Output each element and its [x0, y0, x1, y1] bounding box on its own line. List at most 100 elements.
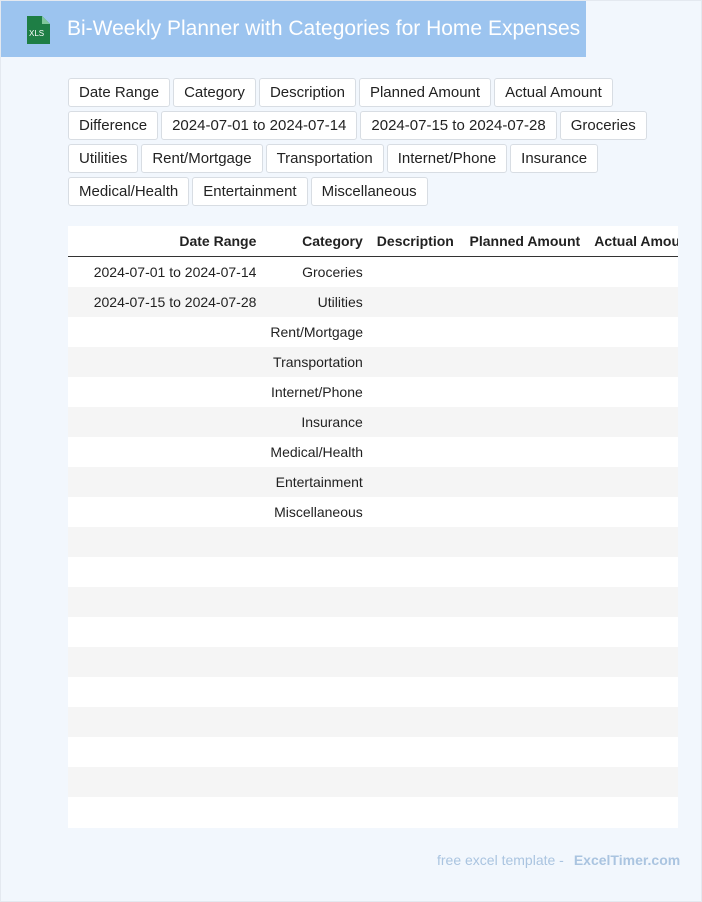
table-cell	[458, 467, 588, 497]
table-cell	[587, 617, 678, 647]
date-range-header: Date Range	[68, 226, 264, 257]
tag-chip: Date Range	[68, 78, 171, 107]
table-cell	[68, 557, 263, 587]
table-cell	[263, 617, 369, 647]
table-row: 4Internet/Phone	[68, 377, 678, 407]
table-cell	[458, 707, 588, 737]
table-cell: Rent/Mortgage	[270, 324, 364, 340]
table-cell	[458, 407, 588, 437]
table-cell	[587, 737, 678, 767]
table-cell	[68, 527, 264, 557]
expense-table: Date Range Category Description Planned Amo…	[68, 226, 678, 828]
tag-chip: Utilities	[68, 144, 139, 173]
table-row: 6	[68, 737, 678, 767]
table-cell	[459, 677, 587, 707]
table-cell	[459, 257, 587, 288]
table-cell	[68, 647, 264, 677]
table-cell	[369, 587, 459, 617]
tag-chip: Description	[258, 78, 356, 107]
tag-chip: 2024-07-15 to 2024-07-28	[360, 111, 557, 140]
table-cell	[370, 317, 459, 347]
table-cell	[369, 467, 459, 497]
table-cell	[68, 467, 264, 497]
table-cell: 2024-07-01 to 2024-07-14	[93, 264, 257, 280]
table-cell	[587, 377, 678, 407]
table-cell	[370, 497, 459, 527]
table-row: 02024-07-01 to 2024-07-14Groceries	[68, 257, 678, 288]
table-cell: Insurance	[263, 407, 370, 437]
table-cell	[68, 377, 263, 407]
table-cell	[459, 737, 587, 767]
tag-chip: Actual Amount	[494, 78, 613, 107]
tag-chip: Transportation	[265, 144, 384, 173]
page-title: Bi-Weekly Planner with Categories for Ho…	[67, 17, 581, 40]
tag-chip: Insurance	[510, 144, 599, 173]
table-cell	[587, 647, 678, 677]
table-cell: Entertainment	[263, 467, 370, 497]
table-row: 3	[68, 647, 678, 677]
table-cell	[370, 557, 459, 587]
table-cell	[68, 617, 263, 647]
tag-chip: Difference	[68, 111, 159, 140]
table-cell	[587, 347, 678, 377]
table-cell	[369, 767, 459, 797]
table-row: 2Rent/Mortgage	[68, 317, 678, 347]
table-row: 0	[68, 557, 678, 587]
tag-chip: Category	[173, 78, 256, 107]
table-cell	[68, 317, 263, 347]
table-cell	[458, 767, 588, 797]
table-cell	[370, 797, 459, 827]
footer-brand-link[interactable]: ExcelTimer.com	[574, 852, 680, 868]
tag-chip: Internet/Phone	[386, 144, 508, 173]
table-row: 1	[68, 587, 678, 617]
planned-amount-header: Planned Amount	[458, 226, 588, 257]
title-banner: XLS Bi-Weekly Planner with Categories fo…	[1, 1, 586, 57]
table-cell	[587, 797, 678, 827]
table-cell: Medical/Health	[270, 444, 364, 460]
tag-chip: Planned Amount	[358, 78, 492, 107]
table-cell	[369, 527, 459, 557]
table-cell	[370, 737, 459, 767]
table-cell	[370, 617, 459, 647]
table-cell	[458, 647, 588, 677]
footer-text: free excel template -	[437, 852, 564, 868]
table-row: 5	[68, 707, 678, 737]
table-cell	[263, 707, 370, 737]
table-row: 6Medical/Health	[68, 437, 678, 467]
table-cell	[68, 497, 263, 527]
table-cell	[68, 677, 263, 707]
table-cell	[68, 767, 264, 797]
table-cell	[458, 347, 588, 377]
table-row: 9	[68, 527, 678, 557]
table-cell	[369, 407, 459, 437]
table-cell	[459, 377, 587, 407]
category-header: Category	[263, 226, 370, 257]
table-cell	[587, 587, 678, 617]
table-cell	[459, 557, 587, 587]
table-cell	[263, 767, 370, 797]
footer: free excel template - ExcelTimer.com	[437, 852, 680, 868]
table-row: 7	[68, 767, 678, 797]
table-row: 3Transportation	[68, 347, 678, 377]
table-cell	[369, 287, 459, 317]
table-cell	[587, 707, 678, 737]
table-cell	[68, 407, 264, 437]
table-cell	[459, 617, 587, 647]
table-row: 5Insurance	[68, 407, 678, 437]
table-cell	[587, 467, 678, 497]
table-cell	[369, 347, 459, 377]
table-cell	[458, 527, 588, 557]
table-cell	[68, 437, 263, 467]
table-cell: Transportation	[263, 347, 370, 377]
table-cell	[369, 707, 459, 737]
table-cell	[459, 437, 587, 467]
table-cell	[587, 317, 678, 347]
table-cell	[458, 587, 588, 617]
table-cell	[587, 497, 678, 527]
table-cell	[263, 797, 369, 827]
table-row: 8Miscellaneous	[68, 497, 678, 527]
table-cell	[263, 677, 369, 707]
table-cell	[68, 587, 264, 617]
column-tags: Date Range Category Description Planned Amo…	[68, 78, 648, 206]
table-cell	[263, 737, 369, 767]
